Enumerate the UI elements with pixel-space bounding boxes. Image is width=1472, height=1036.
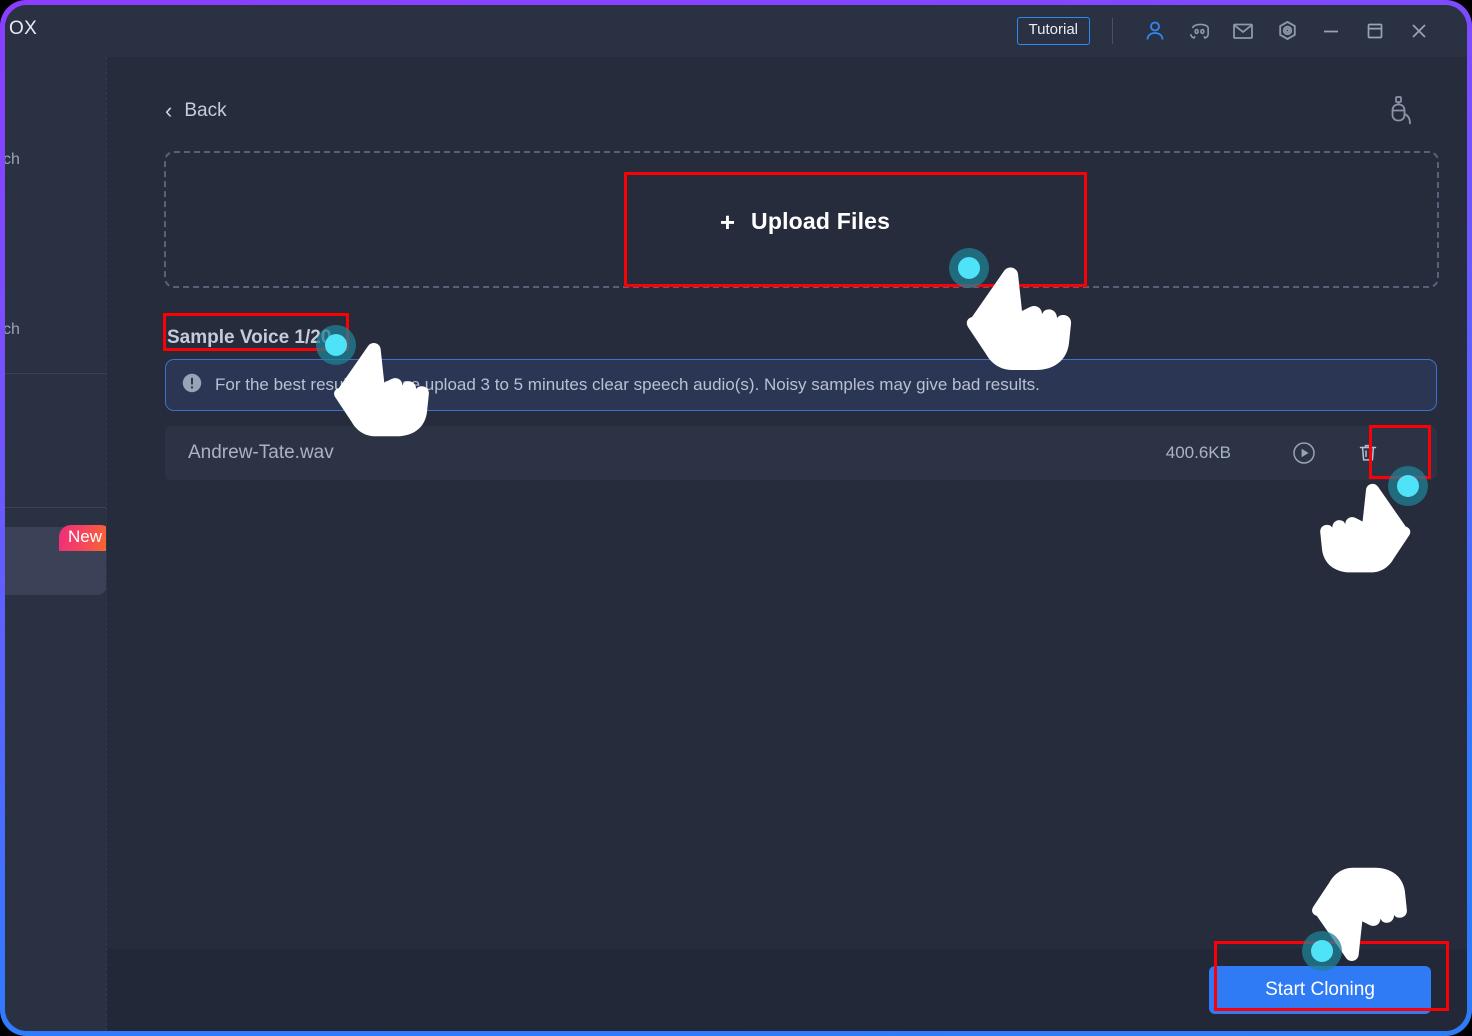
- info-banner: For the best results, please upload 3 to…: [165, 359, 1437, 411]
- sidebar-item-1-label[interactable]: ch: [5, 151, 20, 169]
- discord-icon[interactable]: [1177, 11, 1221, 51]
- info-banner-text: For the best results, please upload 3 to…: [215, 375, 1040, 394]
- settings-icon[interactable]: [1265, 11, 1309, 51]
- page-body: ‹ Back + Upload Files Sample Voice 1/20 …: [107, 57, 1467, 949]
- upload-files-label: Upload Files: [751, 208, 891, 234]
- titlebar-controls: Tutorial: [1016, 5, 1441, 57]
- back-button-label: Back: [184, 100, 227, 121]
- footer-bar: Start Cloning: [107, 949, 1467, 1031]
- page-topbar: ‹ Back: [107, 57, 1467, 132]
- delete-icon[interactable]: [1355, 440, 1381, 466]
- sidebar-item-2-label[interactable]: ch: [5, 321, 20, 339]
- maximize-icon[interactable]: [1353, 11, 1397, 51]
- main-content: ‹ Back + Upload Files Sample Voice 1/20 …: [106, 57, 1467, 1031]
- titlebar-separator: [1112, 18, 1113, 44]
- info-icon: [181, 372, 203, 399]
- table-row[interactable]: Andrew-Tate.wav 400.6KB: [165, 426, 1437, 480]
- upload-files-button[interactable]: + Upload Files: [629, 168, 981, 275]
- file-name-label: Andrew-Tate.wav: [188, 442, 334, 463]
- microphone-plug-icon[interactable]: [1385, 93, 1421, 136]
- account-icon[interactable]: [1133, 11, 1177, 51]
- sample-voice-heading: Sample Voice 1/20: [167, 327, 332, 348]
- app-window: OX Tutorial ch ch New ‹ Back + Upload Fi…: [0, 0, 1472, 1036]
- sidebar-divider-2: [5, 507, 106, 508]
- status-badge-new: New: [59, 525, 112, 551]
- plus-icon: +: [719, 206, 736, 237]
- app-brand-label: OX: [9, 18, 38, 39]
- upload-dropzone[interactable]: + Upload Files: [164, 151, 1439, 288]
- mail-icon[interactable]: [1221, 11, 1265, 51]
- close-icon[interactable]: [1397, 11, 1441, 51]
- chevron-left-icon: ‹: [165, 98, 173, 123]
- minimize-icon[interactable]: [1309, 11, 1353, 51]
- tutorial-button[interactable]: Tutorial: [1016, 17, 1090, 45]
- sidebar: ch ch New: [5, 57, 112, 1031]
- sidebar-divider-1: [5, 373, 106, 374]
- start-cloning-button[interactable]: Start Cloning: [1209, 966, 1431, 1014]
- play-icon[interactable]: [1291, 440, 1317, 466]
- titlebar: OX Tutorial: [5, 5, 1467, 57]
- file-size-label: 400.6KB: [1165, 443, 1231, 462]
- app-window-inner: OX Tutorial ch ch New ‹ Back + Upload Fi…: [5, 5, 1467, 1031]
- back-button[interactable]: ‹ Back: [165, 100, 227, 122]
